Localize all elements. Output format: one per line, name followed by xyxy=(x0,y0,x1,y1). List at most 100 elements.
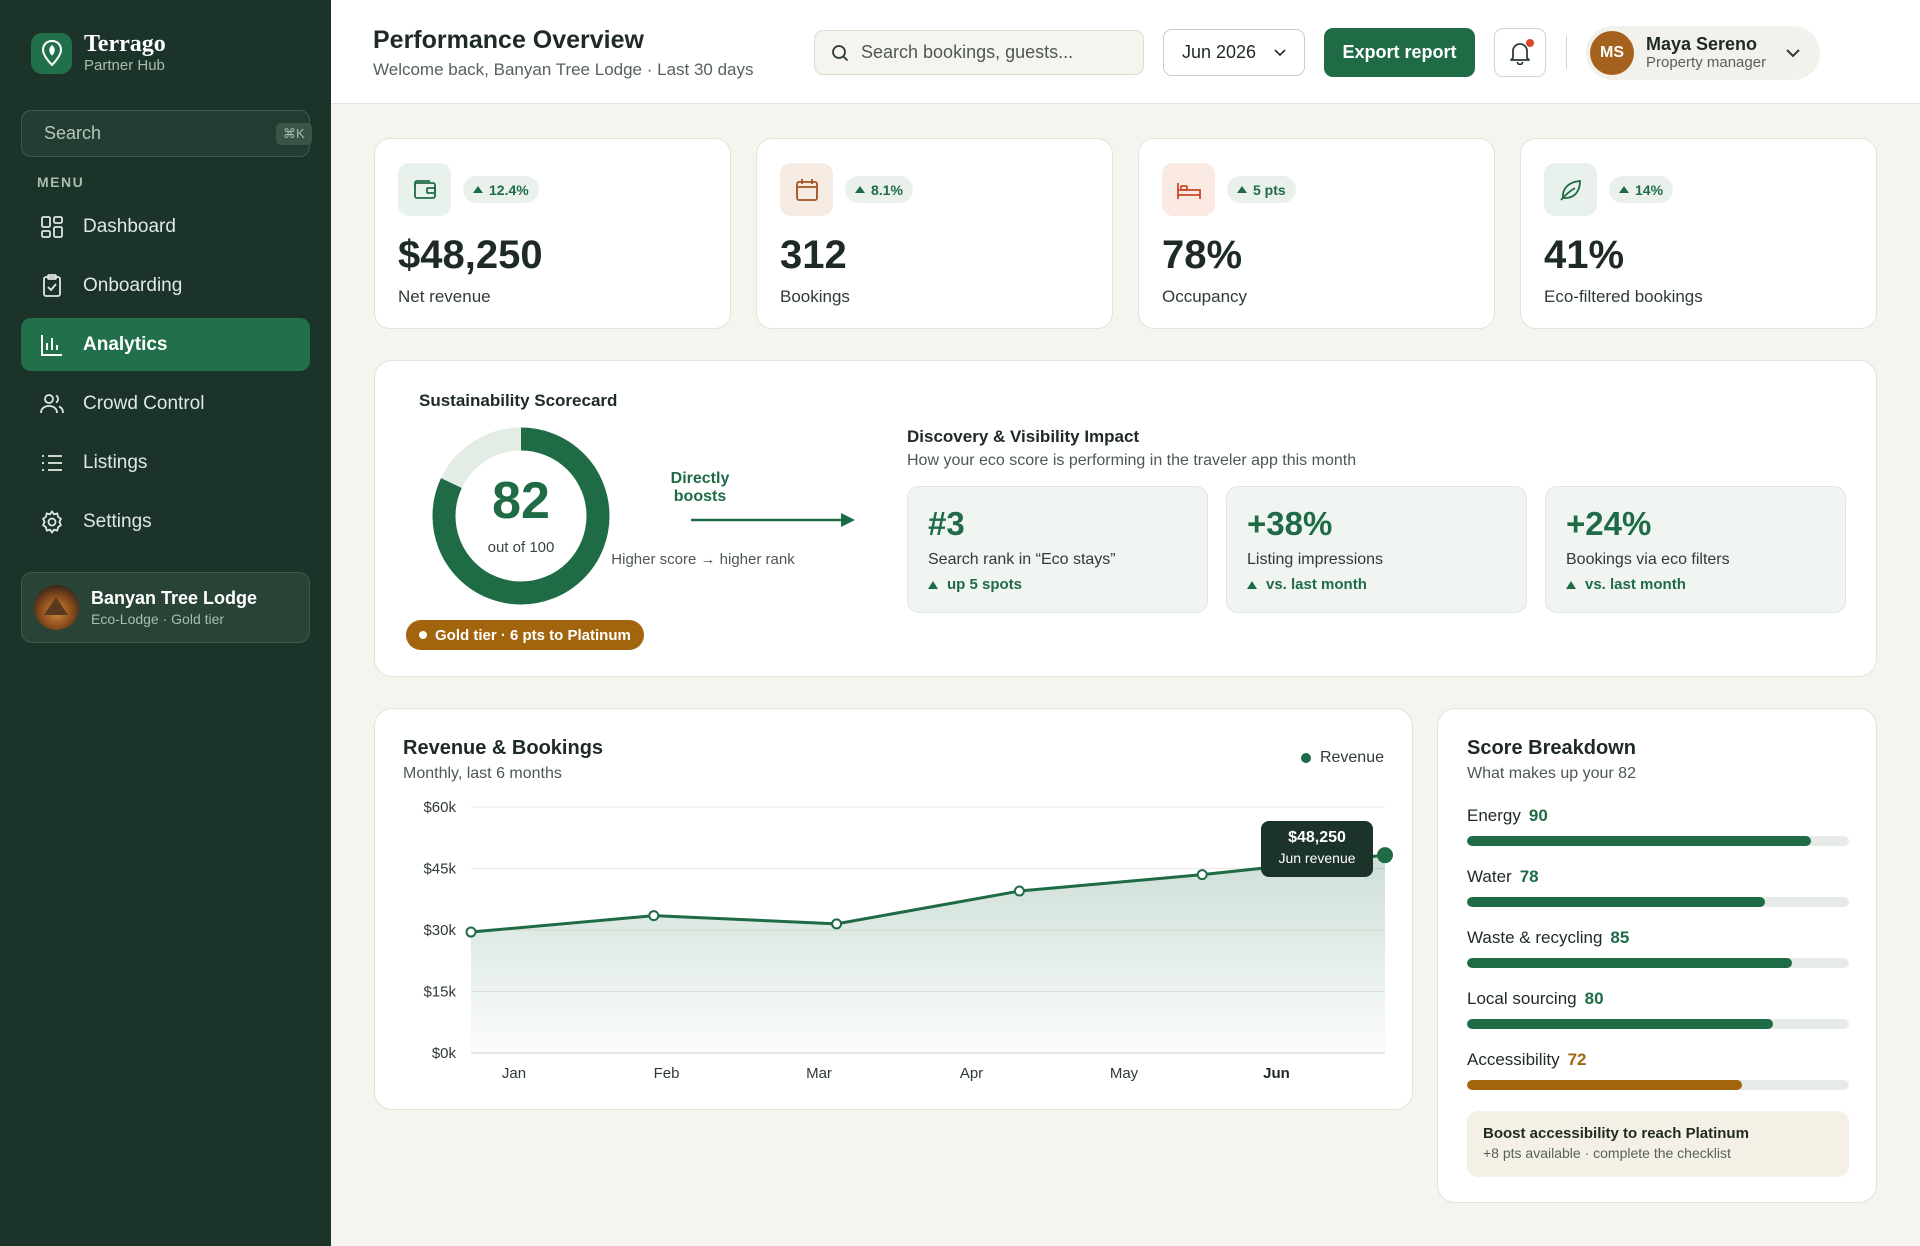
property-avatar xyxy=(34,585,79,630)
data-point xyxy=(1013,885,1025,897)
kpi-value: 312 xyxy=(780,233,847,277)
sustainability-scorecard: Sustainability Scorecard 82 out of 100 G… xyxy=(374,360,1877,677)
progress-fill xyxy=(1467,1019,1773,1029)
data-point xyxy=(1196,869,1208,881)
x-tick-label: Feb xyxy=(654,1065,680,1082)
breakdown-row-waste: Waste & recycling 85 xyxy=(1467,928,1849,968)
delta-badge: 12.4% xyxy=(463,176,539,203)
tip-subtitle: +8 pts available · complete the checklis… xyxy=(1483,1145,1731,1161)
wallet-icon xyxy=(398,163,451,216)
revenue-chart-card: Revenue & Bookings Monthly, last 6 month… xyxy=(374,708,1413,1110)
sidebar-item-listings[interactable]: Listings xyxy=(21,436,310,489)
metric-eco-bookings: +24% Bookings via eco filters vs. last m… xyxy=(1545,486,1846,613)
breakdown-title: Score Breakdown xyxy=(1467,737,1636,759)
scorecard-title: Sustainability Scorecard xyxy=(419,391,618,410)
dashboard-icon xyxy=(41,215,63,238)
property-switcher[interactable]: Banyan Tree Lodge Eco-Lodge · Gold tier xyxy=(21,572,310,643)
search-input[interactable] xyxy=(861,42,1127,63)
property-subtitle: Eco-Lodge · Gold tier xyxy=(91,611,225,627)
metric-delta: up 5 spots xyxy=(928,576,1022,593)
metric-label: Search rank in “Eco stays” xyxy=(928,551,1116,568)
metric-search-rank: #3 Search rank in “Eco stays” up 5 spots xyxy=(907,486,1208,613)
revenue-chart: $60k $45k $30k $15k $0k Jan Feb Mar Apr May Jun xyxy=(423,799,1393,1082)
sidebar-search-input[interactable] xyxy=(44,123,276,144)
sidebar-search: ⌘K xyxy=(21,110,312,157)
kpi-card-occupancy: 5 pts 78% Occupancy xyxy=(1138,138,1495,329)
breakdown-score: 90 xyxy=(1528,806,1548,825)
avatar: MS xyxy=(1590,31,1634,75)
breakdown-name: Accessibility xyxy=(1467,1050,1560,1069)
notifications-button[interactable] xyxy=(1494,28,1546,77)
user-menu[interactable]: MS Maya Sereno Property manager xyxy=(1586,26,1820,80)
score-value: 82 xyxy=(492,472,550,530)
breakdown-name: Waste & recycling xyxy=(1467,928,1603,947)
sidebar-item-label: Analytics xyxy=(83,333,168,355)
kpi-value: $48,250 xyxy=(398,233,543,277)
calendar-icon xyxy=(780,163,833,216)
page-title: Performance Overview xyxy=(373,26,644,54)
sidebar-item-crowd-control[interactable]: Crowd Control xyxy=(21,377,310,430)
tooltip-label: Jun revenue xyxy=(1278,850,1356,866)
tooltip-value: $48,250 xyxy=(1288,829,1346,846)
brand-subtitle: Partner Hub xyxy=(84,57,165,74)
arrow-right-icon xyxy=(691,513,855,527)
y-tick-label: $30k xyxy=(423,922,456,939)
data-point xyxy=(648,910,660,922)
kpi-label: Bookings xyxy=(780,287,850,306)
kpi-card-eco-filtered: 14% 41% Eco-filtered bookings xyxy=(1520,138,1877,329)
bed-icon xyxy=(1162,163,1215,216)
metric-delta: vs. last month xyxy=(1247,576,1367,593)
date-range-select[interactable]: Jun 2026 xyxy=(1163,29,1305,76)
breakdown-row-accessibility: Accessibility 72 xyxy=(1467,1050,1849,1090)
leaf-icon xyxy=(1544,163,1597,216)
tier-badge: Gold tier · 6 pts to Platinum xyxy=(406,620,644,650)
kpi-value: 78% xyxy=(1162,233,1243,277)
sidebar-item-analytics[interactable]: Analytics xyxy=(21,318,310,371)
platinum-tip[interactable]: Boost accessibility to reach Platinum +8… xyxy=(1467,1111,1849,1177)
score-breakdown-card: Score Breakdown What makes up your 82 En… xyxy=(1437,708,1877,1203)
date-range-label: Jun 2026 xyxy=(1182,42,1257,62)
sidebar: Terrago Partner Hub ⌘K MENU Dashboard On… xyxy=(0,0,331,1246)
breakdown-score: 72 xyxy=(1567,1050,1587,1069)
global-search xyxy=(814,30,1144,75)
list-icon xyxy=(42,454,62,471)
progress-track xyxy=(1467,836,1849,846)
sidebar-item-label: Settings xyxy=(83,510,152,532)
brand-name: Terrago xyxy=(84,31,166,57)
x-tick-label: Jun xyxy=(1263,1065,1290,1082)
sidebar-nav: Dashboard Onboarding Analytics Crowd Con… xyxy=(21,200,310,554)
menu-section-label: MENU xyxy=(37,174,85,190)
x-tick-label: Mar xyxy=(806,1065,832,1082)
breakdown-score: 85 xyxy=(1610,928,1630,947)
tip-title: Boost accessibility to reach Platinum xyxy=(1483,1125,1749,1142)
search-icon xyxy=(832,44,849,61)
bar-chart-icon xyxy=(41,334,62,356)
sidebar-item-dashboard[interactable]: Dashboard xyxy=(21,200,310,253)
breakdown-row-local-sourcing: Local sourcing 80 xyxy=(1467,989,1849,1029)
metric-listing-impressions: +38% Listing impressions vs. last month xyxy=(1226,486,1527,613)
discovery-title: Discovery & Visibility Impact xyxy=(907,427,1140,446)
breakdown-row-energy: Energy 90 xyxy=(1467,806,1849,846)
sidebar-item-onboarding[interactable]: Onboarding xyxy=(21,259,310,312)
kpi-label: Eco-filtered bookings xyxy=(1544,287,1703,306)
breakdown-name: Local sourcing xyxy=(1467,989,1577,1008)
metric-label: Bookings via eco filters xyxy=(1566,551,1730,568)
brand-logo[interactable]: Terrago Partner Hub xyxy=(31,31,166,75)
metric-label: Listing impressions xyxy=(1247,551,1384,568)
revenue-area xyxy=(471,855,1385,1053)
export-report-button[interactable]: Export report xyxy=(1324,28,1475,77)
delta-badge: 8.1% xyxy=(845,176,913,203)
kpi-label: Net revenue xyxy=(398,287,491,306)
data-point xyxy=(465,926,477,938)
user-role: Property manager xyxy=(1646,54,1767,71)
boost-label: Directly boosts xyxy=(670,470,730,505)
delta-badge: 14% xyxy=(1609,176,1674,203)
delta-badge: 5 pts xyxy=(1227,176,1296,203)
x-tick-label: May xyxy=(1110,1065,1139,1082)
progress-track xyxy=(1467,1080,1849,1090)
sidebar-item-settings[interactable]: Settings xyxy=(21,495,310,548)
users-icon xyxy=(40,393,64,413)
score-out-of: out of 100 xyxy=(487,539,555,556)
progress-track xyxy=(1467,897,1849,907)
kpi-label: Occupancy xyxy=(1162,287,1248,306)
